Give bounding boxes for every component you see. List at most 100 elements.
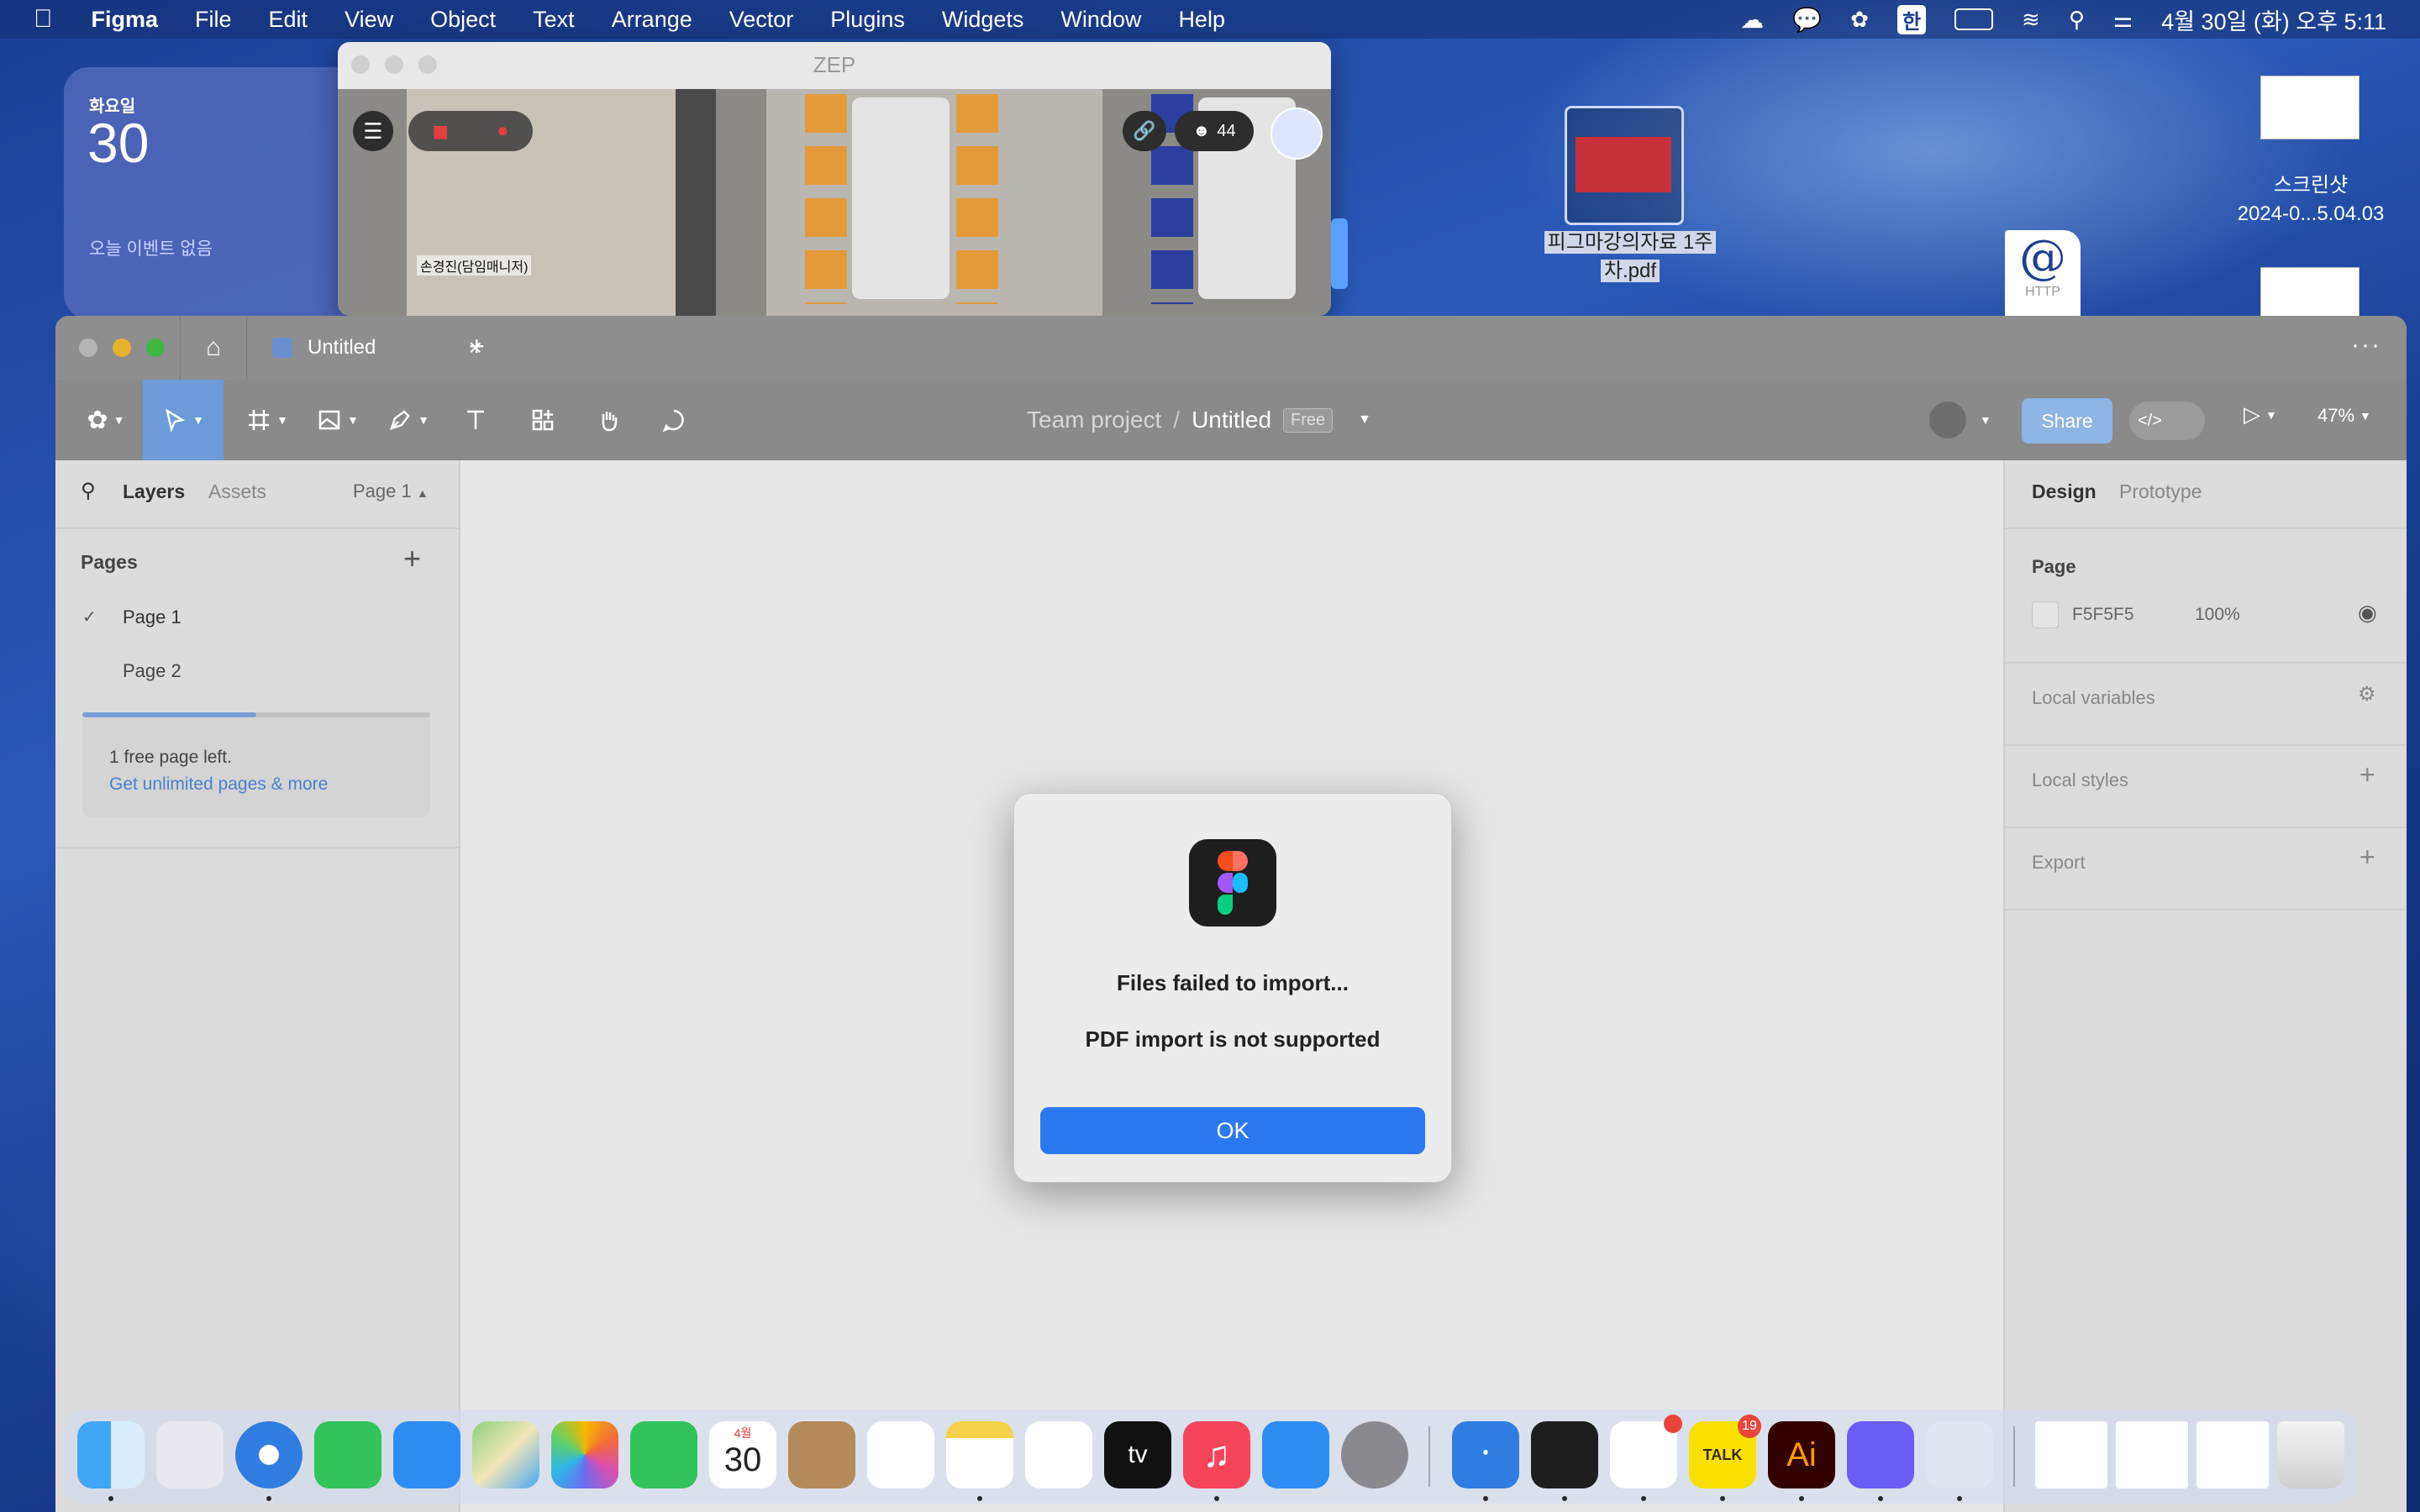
reminders-icon[interactable] <box>867 1421 934 1488</box>
tab-design[interactable]: Design <box>2032 480 2096 503</box>
menu-text[interactable]: Text <box>533 7 575 33</box>
breadcrumb-team[interactable]: Team project <box>1027 407 1161 433</box>
messenger-status-icon[interactable]: 💬 <box>1792 6 1822 34</box>
illustrator-icon[interactable]: Ai <box>1768 1421 1835 1488</box>
desktop-screenshot-file[interactable]: 스크린샷 2024-0...5.04.03 <box>2202 76 2420 235</box>
resources-tool[interactable] <box>518 380 568 460</box>
safari-icon[interactable] <box>235 1421 302 1488</box>
downloads-stack[interactable] <box>2196 1421 2269 1488</box>
zep-window[interactable]: ZEP ☰ ◼ ● 손경진(담임매니저) 🔗 ☻ 44 <box>338 42 1331 316</box>
messages-icon[interactable] <box>314 1421 381 1488</box>
page-selector[interactable]: Page 1 ▲ <box>353 480 429 502</box>
launchpad-icon[interactable] <box>156 1421 224 1488</box>
menu-view[interactable]: View <box>345 7 393 33</box>
figma-status-icon[interactable]: ✿ <box>1850 7 1869 33</box>
notes-icon[interactable] <box>946 1421 1013 1488</box>
menu-object[interactable]: Object <box>430 7 496 33</box>
tab-layers[interactable]: Layers <box>123 480 185 503</box>
main-menu-button[interactable]: ✿ ▼ <box>72 380 139 460</box>
local-variables-heading[interactable]: Local variables <box>2032 687 2155 709</box>
present-button[interactable]: ▷ ▼ <box>2244 402 2277 428</box>
mail-icon[interactable] <box>393 1421 460 1488</box>
zoom-control[interactable]: 47% ▼ <box>2317 405 2371 427</box>
file-tab[interactable]: Untitled × <box>247 316 506 380</box>
window-minimize-button[interactable] <box>113 339 131 357</box>
photos-icon[interactable] <box>551 1421 618 1488</box>
camera-off-icon[interactable]: ◼ <box>432 119 449 144</box>
menu-plugins[interactable]: Plugins <box>830 7 905 33</box>
menu-window[interactable]: Window <box>1060 7 1141 33</box>
battery-icon[interactable] <box>1954 8 1994 30</box>
desktop-http-file[interactable]: @ HTTP <box>2005 230 2081 316</box>
menu-file[interactable]: File <box>195 7 232 33</box>
mic-off-icon[interactable]: ● <box>497 119 509 143</box>
zep-titlebar[interactable]: ZEP <box>338 42 1331 89</box>
page-list-item-2[interactable]: Page 2 <box>55 648 459 697</box>
window-close-button[interactable] <box>79 339 97 357</box>
image-tool[interactable]: ▼ <box>304 380 371 460</box>
menu-help[interactable]: Help <box>1178 7 1225 33</box>
add-page-icon[interactable]: + <box>403 541 421 576</box>
app-store-icon[interactable] <box>1262 1421 1329 1488</box>
recent-document-1[interactable] <box>2035 1421 2107 1488</box>
apple-menu-icon[interactable]:  <box>34 5 53 34</box>
comment-tool[interactable] <box>649 380 699 460</box>
tab-assets[interactable]: Assets <box>208 480 266 503</box>
contacts-icon[interactable] <box>788 1421 855 1488</box>
finder-icon[interactable] <box>77 1421 145 1488</box>
more-options-icon[interactable]: ··· <box>2351 331 2381 360</box>
variables-settings-icon[interactable]: ⚙ <box>2358 682 2376 706</box>
plan-badge[interactable]: Free <box>1283 407 1334 433</box>
maps-icon[interactable] <box>472 1421 539 1488</box>
apple-tv-icon[interactable]: tv <box>1104 1421 1171 1488</box>
search-icon[interactable]: ⚲ <box>81 479 96 503</box>
new-tab-icon[interactable]: + <box>469 331 485 362</box>
facetime-icon[interactable] <box>630 1421 697 1488</box>
page-list-item-1[interactable]: ✓ Page 1 <box>55 595 459 643</box>
eye-icon[interactable]: ◉ <box>2358 600 2377 626</box>
control-center-icon[interactable]: ⚌ <box>2113 7 2133 33</box>
pen-tool[interactable]: ▼ <box>375 380 442 460</box>
zep-avatar[interactable] <box>1270 108 1323 160</box>
export-heading[interactable]: Export <box>2032 852 2086 874</box>
slack-icon[interactable] <box>1610 1415 1682 1488</box>
input-source-indicator[interactable]: 한 <box>1897 4 1927 34</box>
menu-edit[interactable]: Edit <box>269 7 308 33</box>
file-name[interactable]: Untitled <box>1192 407 1271 433</box>
zep-user-count-button[interactable]: ☻ 44 <box>1175 111 1254 151</box>
freeform-icon[interactable] <box>1025 1421 1092 1488</box>
window-zoom-button[interactable] <box>146 339 165 357</box>
figma-dock-icon[interactable] <box>1531 1421 1598 1488</box>
add-style-icon[interactable]: + <box>2360 759 2375 790</box>
preview-icon[interactable] <box>1926 1421 1993 1488</box>
desktop-screenshot-file-2[interactable] <box>2260 267 2360 318</box>
trash-icon[interactable] <box>2277 1421 2344 1488</box>
spotlight-search-icon[interactable]: ⚲ <box>2069 7 2085 33</box>
local-styles-heading[interactable]: Local styles <box>2032 769 2128 791</box>
page-color-swatch[interactable] <box>2032 601 2059 628</box>
creative-cloud-icon[interactable]: ☁ <box>1740 6 1764 34</box>
zep-game-view[interactable]: ☰ ◼ ● 손경진(담임매니저) 🔗 ☻ 44 <box>338 89 1331 316</box>
menu-widgets[interactable]: Widgets <box>942 7 1024 33</box>
menu-clock[interactable]: 4월 30일 (화) 오후 5:11 <box>2161 3 2386 36</box>
tab-prototype[interactable]: Prototype <box>2119 480 2202 503</box>
ok-button[interactable]: OK <box>1040 1107 1425 1154</box>
menu-vector[interactable]: Vector <box>729 7 794 33</box>
zep-scroll-handle[interactable] <box>1331 218 1348 289</box>
upgrade-link[interactable]: Get unlimited pages & more <box>109 774 328 795</box>
page-opacity-value[interactable]: 100% <box>2195 605 2240 625</box>
menu-arrange[interactable]: Arrange <box>612 7 692 33</box>
dev-mode-toggle[interactable]: </> <box>2129 402 2205 440</box>
page-color-value[interactable]: F5F5F5 <box>2072 605 2134 625</box>
bluetooth-icon[interactable]: ᛫ <box>1452 1421 1519 1488</box>
move-tool[interactable]: ▼ <box>143 380 224 460</box>
system-settings-icon[interactable] <box>1341 1421 1408 1488</box>
user-avatar-button[interactable]: ▼ <box>1929 402 1991 438</box>
wifi-icon[interactable]: ≋ <box>2022 7 2040 33</box>
text-tool[interactable] <box>450 380 501 460</box>
hand-tool[interactable] <box>583 380 634 460</box>
calendar-app-icon[interactable]: 4월 30 <box>709 1421 776 1488</box>
menu-app-name[interactable]: Figma <box>92 7 159 33</box>
zep-dock-icon[interactable] <box>1847 1421 1914 1488</box>
file-menu-chevron-icon[interactable]: ▼ <box>1358 412 1371 428</box>
